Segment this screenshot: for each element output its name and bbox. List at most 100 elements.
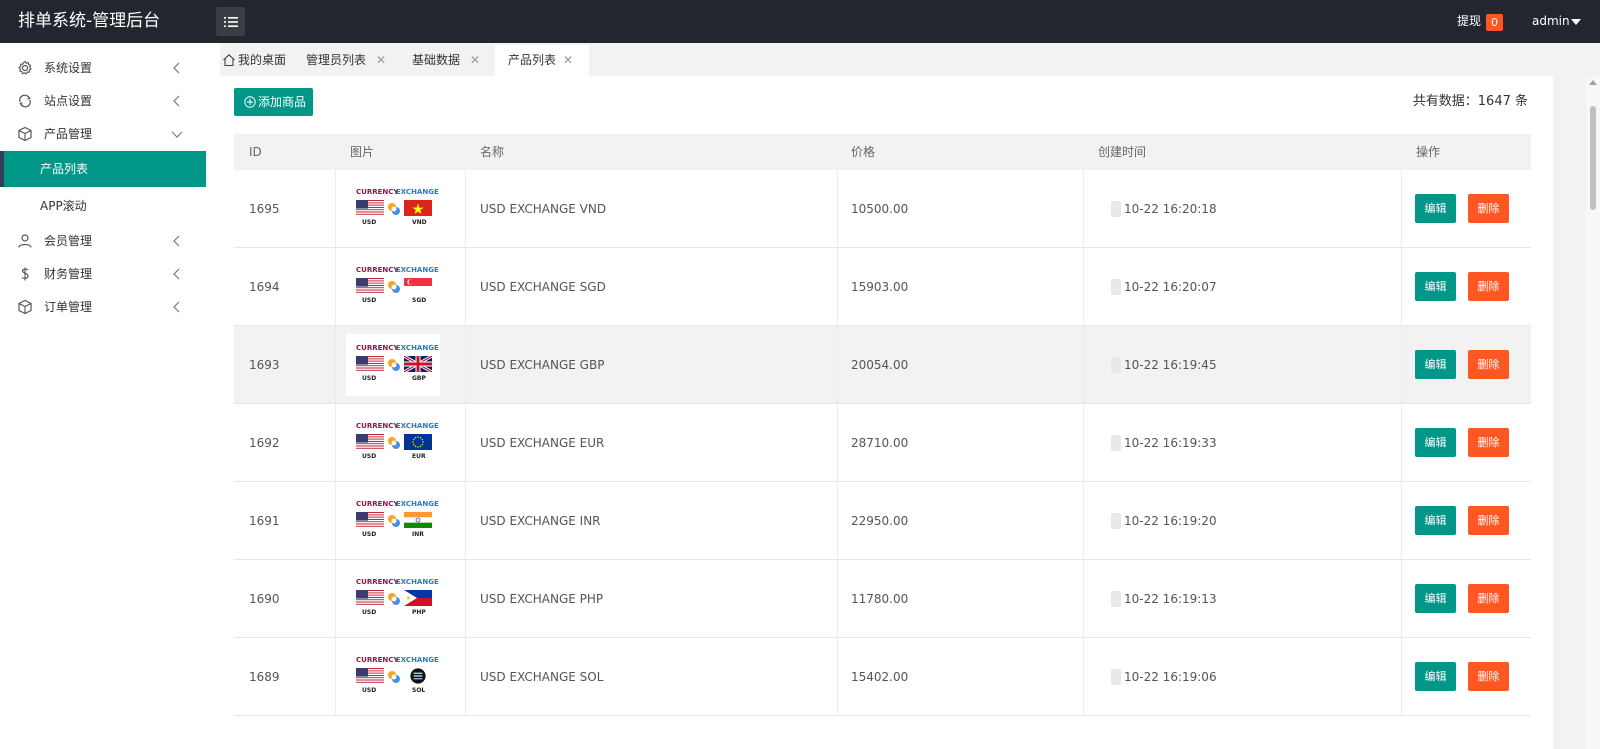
column-divider [1401,638,1402,716]
cell-id: 1694 [249,280,280,294]
edit-button[interactable]: 编辑 [1415,584,1456,613]
image-code: SOL [412,687,426,694]
tab-basic-data[interactable]: 基础数据 ✕ [412,45,496,76]
edit-button[interactable]: 编辑 [1415,506,1456,535]
sidebar-item-product-management[interactable]: 产品管理 [0,117,206,151]
edit-button[interactable]: 编辑 [1415,662,1456,691]
sidebar-item-finance-management[interactable]: 财务管理 [0,257,206,291]
image-caption: CURRENCY [356,422,399,430]
sidebar-item-site-settings[interactable]: 站点设置 [0,84,206,118]
delete-button[interactable]: 删除 [1468,194,1509,223]
tab-label: 我的桌面 [238,53,287,67]
image-code: USD [362,687,377,694]
edit-button[interactable]: 编辑 [1415,194,1456,223]
edit-button[interactable]: 编辑 [1415,350,1456,379]
table-row: 1689 CURRENCY EXCHANGE USD SOL USD EXCHANGE S… [234,638,1531,716]
user-menu[interactable]: admin [1532,0,1570,43]
close-icon[interactable]: ✕ [376,45,386,76]
cell-id: 1692 [249,436,280,450]
sidebar-item-order-management[interactable]: 订单管理 [0,290,206,324]
column-header-actions: 操作 [1416,145,1441,159]
column-divider [1083,248,1084,326]
scroll-up-arrow-icon[interactable] [1589,80,1597,85]
us-flag-icon [356,278,384,294]
delete-button[interactable]: 删除 [1468,506,1509,535]
withdraw-link[interactable]: 提现 [1457,0,1481,43]
product-image: CURRENCY EXCHANGE USD SOL [346,646,440,708]
image-caption: CURRENCY [356,500,399,508]
column-divider [335,560,336,638]
column-divider [837,482,838,560]
column-divider [837,170,838,248]
cell-name: USD EXCHANGE SOL [480,670,604,684]
product-image: CURRENCY EXCHANGE USD VND [346,178,440,240]
sidebar-subitem-label: APP滚动 [40,199,87,213]
exchange-icon [388,281,400,293]
sidebar-subitem-app-scroll[interactable]: APP滚动 [0,188,206,224]
plus-circle-icon [244,96,256,108]
sidebar-subitem-product-list[interactable]: 产品列表 [0,151,206,187]
home-icon [223,54,235,67]
column-divider [465,404,466,482]
exchange-icon [388,515,400,527]
column-divider [1401,404,1402,482]
sidebar-item-label: 订单管理 [44,300,93,314]
cell-id: 1695 [249,202,280,216]
box-icon [18,126,32,142]
sidebar-item-member-management[interactable]: 会员管理 [0,224,206,258]
product-image: CURRENCY EXCHANGE USD PHP [346,568,440,630]
ph-flag-icon [404,590,432,606]
caret-down-icon[interactable] [1571,19,1581,25]
tab-product-list[interactable]: 产品列表 ✕ [495,45,589,76]
tab-admin-list[interactable]: 管理员列表 ✕ [306,45,400,76]
image-code: USD [362,531,377,538]
image-code: SGD [412,297,427,304]
cell-created-time: 10-22 16:19:45 [1124,358,1217,372]
table-row: 1693 CURRENCY EXCHANGE USD GBP USD EXCHANGE G… [234,326,1531,404]
image-caption: CURRENCY [356,266,399,274]
column-divider [465,638,466,716]
cell-id: 1690 [249,592,280,606]
close-icon[interactable]: ✕ [563,45,573,76]
add-product-button[interactable]: 添加商品 [234,88,313,116]
image-caption: EXCHANGE [396,656,439,664]
cell-name: USD EXCHANGE SGD [480,280,606,294]
cell-id: 1693 [249,358,280,372]
delete-button[interactable]: 删除 [1468,662,1509,691]
column-divider [837,638,838,716]
top-header: 排单系统-管理后台 提现 0 admin [0,0,1600,43]
cell-created-time: 10-22 16:20:07 [1124,280,1217,294]
box-icon [18,299,32,315]
sidebar-item-system-settings[interactable]: 系统设置 [0,51,206,85]
column-divider [1083,404,1084,482]
column-divider [1083,170,1084,248]
image-caption: EXCHANGE [396,266,439,274]
delete-button[interactable]: 删除 [1468,428,1509,457]
cell-name: USD EXCHANGE PHP [480,592,604,606]
delete-button[interactable]: 删除 [1468,584,1509,613]
edit-button[interactable]: 编辑 [1415,428,1456,457]
redacted-mask [1111,279,1121,295]
menu-toggle-button[interactable] [216,7,245,36]
sidebar-item-label: 系统设置 [44,61,93,75]
scrollbar-thumb[interactable] [1590,106,1596,210]
exchange-icon [388,593,400,605]
tab-my-desktop[interactable]: 我的桌面 [220,45,304,76]
column-header-image: 图片 [350,145,375,159]
column-divider [1401,248,1402,326]
cell-price: 10500.00 [851,202,909,216]
edit-button[interactable]: 编辑 [1415,272,1456,301]
column-divider [465,482,466,560]
image-caption: EXCHANGE [396,578,439,586]
image-code: USD [362,609,377,616]
column-divider [1083,482,1084,560]
delete-button[interactable]: 删除 [1468,272,1509,301]
column-header-id: ID [249,145,262,159]
close-icon[interactable]: ✕ [470,45,480,76]
main-content: 添加商品 共有数据：1647 条 ID 图片 名称 价格 创建时间 操作 169… [220,76,1553,749]
us-flag-icon [356,590,384,606]
cell-name: USD EXCHANGE GBP [480,358,605,372]
chevron-left-icon [173,62,180,74]
image-caption: CURRENCY [356,344,399,352]
delete-button[interactable]: 删除 [1468,350,1509,379]
